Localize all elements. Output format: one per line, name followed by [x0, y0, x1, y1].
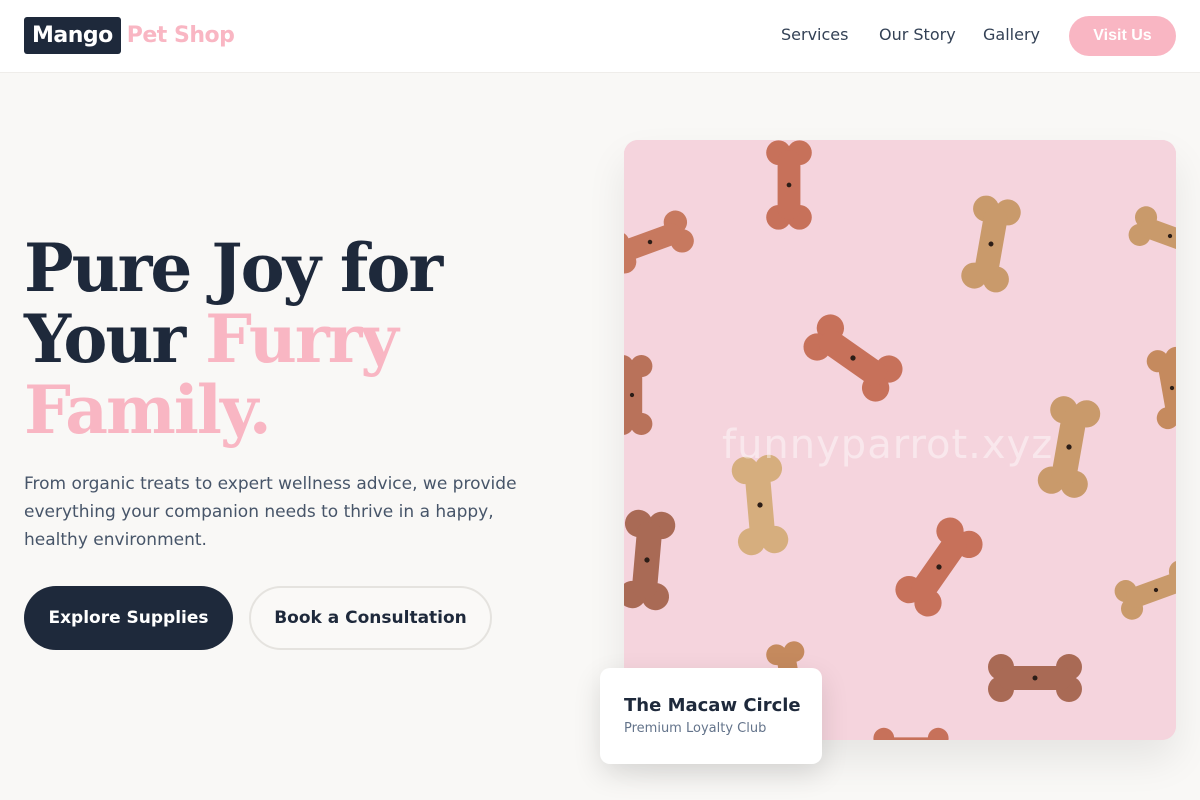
headline-line-2a: Your	[24, 300, 206, 378]
bone-dot	[1032, 675, 1038, 681]
book-consultation-button[interactable]: Book a Consultation	[249, 586, 492, 650]
headline-line-1: Pure Joy for	[24, 229, 443, 307]
loyalty-club-card[interactable]: The Macaw Circle Premium Loyalty Club	[600, 668, 822, 764]
club-card-title: The Macaw Circle	[624, 695, 801, 716]
headline-line-2b: Furry	[205, 300, 399, 378]
bone-dot	[629, 392, 635, 398]
hero-headline: Pure Joy for Your Furry Family.	[24, 233, 443, 449]
logo-text: Pet Shop	[126, 23, 235, 48]
visit-us-button[interactable]: Visit Us	[1069, 16, 1176, 56]
logo[interactable]: Mango Pet Shop	[24, 17, 235, 54]
hero-description: From organic treats to expert wellness a…	[24, 474, 517, 550]
logo-box-text: Mango	[24, 17, 121, 54]
headline-line-3: Family.	[24, 371, 272, 449]
club-card-subtitle: Premium Loyalty Club	[624, 721, 767, 736]
explore-supplies-button[interactable]: Explore Supplies	[24, 586, 233, 650]
nav-link-gallery[interactable]: Gallery	[983, 24, 1040, 46]
nav-link-services[interactable]: Services	[781, 24, 848, 46]
image-watermark: funnyparrot.xyz	[722, 422, 1054, 468]
bone-dot	[786, 182, 792, 188]
site-header: Mango Pet Shop Services Our Story Galler…	[0, 0, 1200, 73]
nav-link-our-story[interactable]: Our Story	[879, 24, 956, 46]
